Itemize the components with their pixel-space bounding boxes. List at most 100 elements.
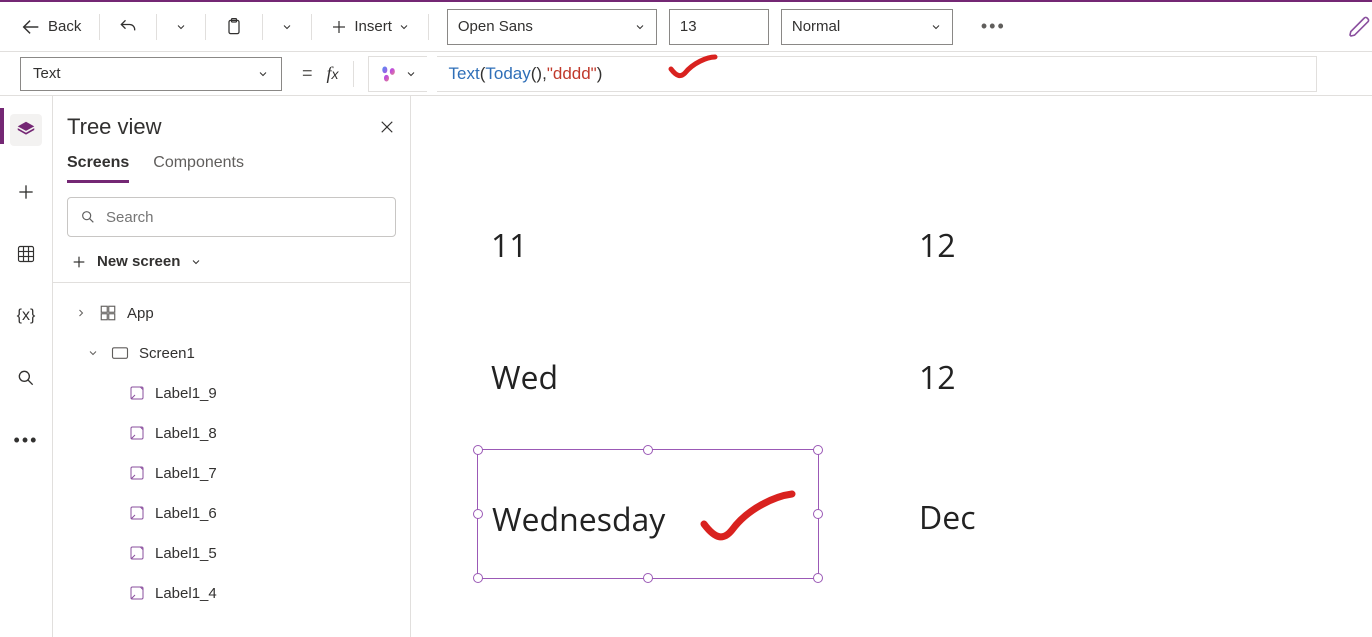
resize-handle[interactable] [813, 445, 823, 455]
selected-control[interactable]: Wednesday [477, 449, 819, 579]
formula-token: () [531, 64, 542, 84]
paste-button[interactable] [214, 9, 254, 45]
resize-handle[interactable] [643, 573, 653, 583]
chevron-down-icon [405, 68, 417, 80]
label-control-icon [129, 585, 145, 601]
formula-input[interactable]: Text(Today(),"dddd") [437, 56, 1317, 92]
app-icon [99, 304, 117, 322]
canvas-label[interactable]: Dec [919, 496, 976, 539]
plus-icon [330, 18, 348, 36]
tree-node-control[interactable]: Label1_9 [67, 373, 396, 413]
property-selector[interactable]: Text [20, 57, 282, 91]
tree-search-box[interactable] [67, 197, 396, 237]
new-screen-button[interactable]: New screen [67, 253, 396, 270]
font-size-input[interactable]: 13 [669, 9, 769, 45]
tree-view-title: Tree view [67, 114, 162, 140]
label-control-icon [129, 465, 145, 481]
back-label: Back [48, 18, 81, 35]
rail-insert-button[interactable] [10, 176, 42, 208]
canvas-label-selected[interactable]: Wednesday [492, 498, 665, 541]
tree-node-control[interactable]: Label1_6 [67, 493, 396, 533]
copilot-icon [379, 64, 399, 84]
undo-history-dropdown[interactable] [165, 9, 197, 45]
toolbar-divider [262, 14, 263, 40]
rail-active-indicator [0, 108, 4, 144]
tree-node-label: Screen1 [139, 345, 195, 362]
more-commands-button[interactable]: ••• [981, 16, 1006, 37]
formula-token-str: "dddd" [547, 64, 597, 84]
canvas-label[interactable]: 11 [491, 224, 528, 267]
chevron-right-icon[interactable] [75, 307, 89, 319]
tab-components[interactable]: Components [153, 154, 244, 183]
rail-data-button[interactable] [10, 238, 42, 270]
rail-more-button[interactable]: ••• [10, 424, 42, 456]
chevron-down-icon [634, 21, 646, 33]
resize-handle[interactable] [473, 573, 483, 583]
tree-node-control[interactable]: Label1_4 [67, 573, 396, 613]
resize-handle[interactable] [813, 509, 823, 519]
copilot-button[interactable] [368, 56, 427, 92]
toolbar-divider [99, 14, 100, 40]
chevron-down-icon[interactable] [87, 347, 101, 359]
tree-children: Label1_9 Label1_8 Label1_7 Label1_6 Labe… [67, 373, 396, 613]
toolbar-divider [353, 61, 354, 87]
grid-icon [16, 244, 36, 264]
formula-bar: Text = fx Text(Today(),"dddd") [0, 52, 1372, 96]
font-weight-dropdown[interactable]: Normal [781, 9, 953, 45]
font-size-value: 13 [680, 18, 697, 35]
tree-node-label: Label1_7 [155, 465, 217, 482]
resize-handle[interactable] [813, 573, 823, 583]
tree-node-control[interactable]: Label1_5 [67, 533, 396, 573]
label-control-icon [129, 385, 145, 401]
toolbar-divider [311, 14, 312, 40]
font-weight-value: Normal [792, 18, 840, 35]
tree-node-label: Label1_8 [155, 425, 217, 442]
paste-options-dropdown[interactable] [271, 9, 303, 45]
close-icon[interactable] [378, 118, 396, 136]
rail-search-button[interactable] [10, 362, 42, 394]
tree-divider [53, 282, 410, 283]
resize-handle[interactable] [643, 445, 653, 455]
tree-list: App Screen1 Label1_9 Label1_8 [67, 293, 396, 613]
rail-tree-view-button[interactable] [10, 114, 42, 146]
insert-label: Insert [354, 18, 392, 35]
font-family-value: Open Sans [458, 18, 533, 35]
font-family-dropdown[interactable]: Open Sans [447, 9, 657, 45]
layers-icon [15, 119, 37, 141]
insert-button[interactable]: Insert [320, 9, 420, 45]
tree-node-control[interactable]: Label1_8 [67, 413, 396, 453]
tree-search-input[interactable] [106, 209, 383, 226]
plus-icon [71, 254, 87, 270]
search-icon [16, 368, 36, 388]
tree-node-app[interactable]: App [67, 293, 396, 333]
tree-node-screen[interactable]: Screen1 [67, 333, 396, 373]
more-icon: ••• [14, 430, 39, 451]
canvas-label[interactable]: Wed [491, 356, 558, 399]
variables-icon: {x} [17, 307, 36, 325]
chevron-down-icon [281, 21, 293, 33]
screen-icon [111, 346, 129, 360]
canvas-label[interactable]: 12 [919, 356, 956, 399]
annotation-checkmark-icon [667, 53, 719, 83]
tab-screens[interactable]: Screens [67, 154, 129, 183]
plus-icon [16, 182, 36, 202]
command-bar: Back Insert Open Sans [0, 2, 1372, 52]
tree-node-control[interactable]: Label1_7 [67, 453, 396, 493]
tree-node-label: Label1_9 [155, 385, 217, 402]
canvas-label[interactable]: 12 [919, 224, 956, 267]
resize-handle[interactable] [473, 509, 483, 519]
rail-variables-button[interactable]: {x} [10, 300, 42, 332]
new-screen-label: New screen [97, 253, 180, 270]
tree-node-label: Label1_5 [155, 545, 217, 562]
design-canvas[interactable]: 11 12 Wed 12 Dec Wednesday [411, 96, 1372, 637]
resize-handle[interactable] [473, 445, 483, 455]
main-area: {x} ••• Tree view Screens Components [0, 96, 1372, 637]
left-rail: {x} ••• [0, 96, 53, 637]
label-control-icon [129, 545, 145, 561]
undo-button[interactable] [108, 9, 148, 45]
formula-token: ) [597, 64, 603, 84]
fx-icon[interactable]: fx [327, 63, 339, 84]
formula-token-fn: Text [449, 64, 480, 84]
edit-icon[interactable] [1348, 15, 1372, 39]
back-button[interactable]: Back [10, 9, 91, 45]
